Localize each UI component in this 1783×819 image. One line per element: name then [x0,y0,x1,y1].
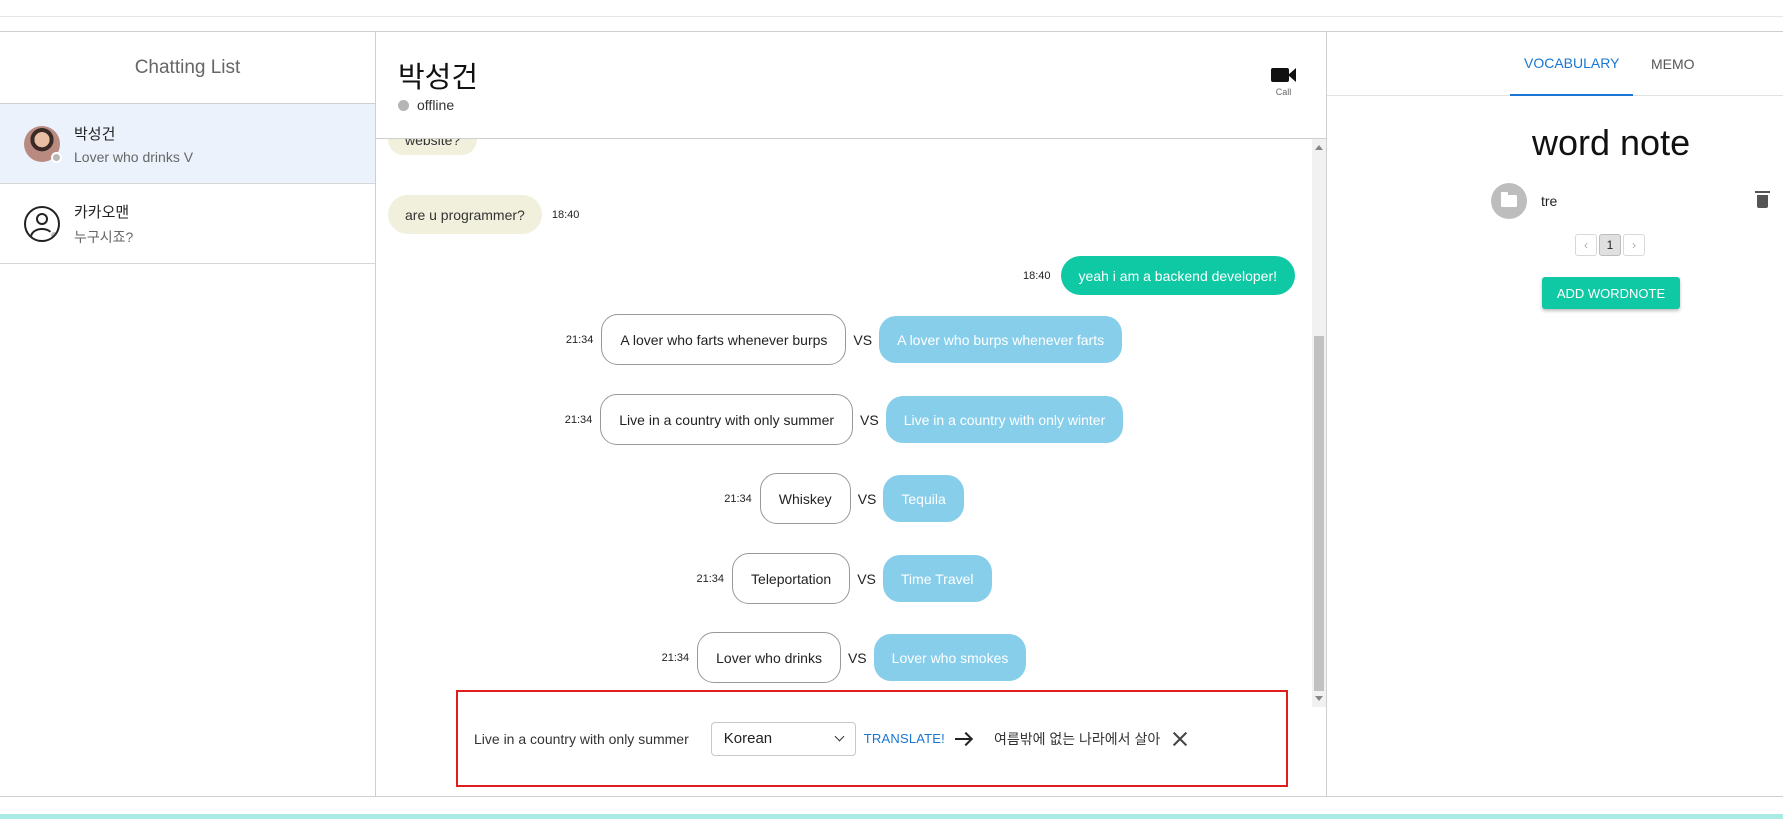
vs-poll-row: 21:34 Teleportation VS Time Travel [376,553,1312,604]
chat-list-panel: Chatting List 박성건 Lover who drinks V 카카오… [0,32,376,796]
received-message: website? [388,139,478,155]
vs-poll-row: 21:34 Live in a country with only summer… [376,394,1312,445]
poll-option-b[interactable]: A lover who burps whenever farts [879,316,1123,363]
translate-button[interactable]: TRANSLATE! [864,731,945,746]
tab-bar: VOCABULARY MEMO [1327,32,1783,96]
message-time: 21:34 [564,413,593,426]
poll-option-a[interactable]: Live in a country with only summer [600,394,854,445]
chat-list-item[interactable]: 박성건 Lover who drinks V [0,104,375,184]
tab-vocabulary[interactable]: VOCABULARY [1510,32,1634,96]
chat-list-title: Chatting List [0,32,375,104]
avatar [24,125,62,163]
pagination: ‹ 1 › [1575,234,1647,256]
page-number[interactable]: 1 [1599,234,1621,256]
poll-option-a[interactable]: Teleportation [732,553,851,604]
prev-page-button[interactable]: ‹ [1575,234,1597,256]
vs-poll-row: 21:34 Lover who drinks VS Lover who smok… [376,632,1312,683]
message-time: 21:34 [724,492,752,505]
vs-label: VS [853,331,873,348]
chat-name: 카카오맨 [74,203,130,221]
poll-option-b[interactable]: Tequila [883,475,964,522]
close-icon[interactable] [1172,731,1188,747]
user-avatar-icon [24,205,60,242]
language-select[interactable]: Korean [710,721,856,756]
vs-poll-row: 21:34 A lover who farts whenever burps V… [376,314,1312,365]
wordnote-title: word note [1532,122,1691,163]
poll-option-a[interactable]: Whiskey [759,473,851,524]
wordnote-item[interactable]: tre [1491,183,1778,219]
vocabulary-panel: VOCABULARY MEMO word note tre ‹ 1 › ADD … [1327,32,1783,796]
add-wordnote-button[interactable]: ADD WORDNOTE [1542,277,1680,309]
chat-room-panel: 박성건 offline Call website? are u programm… [376,32,1327,796]
offline-status-dot [49,229,58,240]
top-divider [0,16,1783,17]
chat-header: 박성건 offline Call [376,32,1326,139]
message-time: 21:34 [565,333,594,346]
vs-poll-row: 21:34 Whiskey VS Tequila [376,473,1312,524]
scrollbar-thumb[interactable] [1314,336,1324,691]
message-row: website? [388,139,478,155]
vs-label: VS [860,411,879,428]
poll-option-b[interactable]: Lover who smokes [873,634,1027,681]
status-dot [398,99,409,111]
tab-memo[interactable]: MEMO [1651,32,1695,96]
chat-preview: Lover who drinks V [74,148,194,165]
message-scrollbar[interactable] [1312,139,1326,707]
peer-name: 박성건 [398,62,479,94]
message-time: 21:34 [661,651,690,664]
received-message: are u programmer? [388,195,542,234]
message-list[interactable]: website? are u programmer? 18:40 18:40 y… [376,139,1326,707]
translate-bar: Live in a country with only summer Korea… [456,690,1288,787]
chevron-down-icon [834,731,845,742]
bottom-accent-bar [0,814,1783,819]
language-select-value: Korean [723,730,773,747]
vs-label: VS [857,490,877,507]
app-container: Chatting List 박성건 Lover who drinks V 카카오… [0,31,1783,797]
translation-result: 여름밖에 없는 나라에서 살아 [993,730,1161,747]
arrow-right-icon [954,737,970,740]
message-time: 21:34 [696,572,725,585]
chat-list-item[interactable]: 카카오맨 누구시죠? [0,184,375,264]
video-call-button[interactable]: Call [1271,68,1296,97]
message-time: 18:40 [551,208,580,221]
translate-source-text: Live in a country with only summer [474,730,689,747]
message-row: 18:40 yeah i am a backend developer! [1023,256,1295,295]
chat-preview: 누구시죠? [74,228,134,245]
message-time: 18:40 [1023,269,1051,282]
trash-icon[interactable] [1755,190,1770,208]
peer-status-label: offline [417,97,455,113]
vs-label: VS [847,649,867,666]
scroll-down-icon[interactable] [1315,696,1323,701]
folder-icon [1491,183,1527,219]
vs-label: VS [857,570,876,587]
sent-message: yeah i am a backend developer! [1060,256,1295,295]
offline-status-dot [51,151,62,163]
chat-name: 박성건 [74,125,116,143]
wordnote-name: tre [1541,193,1558,209]
next-page-button[interactable]: › [1623,234,1645,256]
call-label: Call [1275,87,1292,97]
poll-option-a[interactable]: A lover who farts whenever burps [601,314,847,365]
scroll-up-icon[interactable] [1315,145,1323,150]
poll-option-a[interactable]: Lover who drinks [697,632,841,683]
poll-option-b[interactable]: Live in a country with only winter [885,396,1124,443]
video-camera-icon [1271,68,1296,82]
poll-option-b[interactable]: Time Travel [882,555,992,602]
message-row: are u programmer? 18:40 [388,195,579,234]
peer-status: offline [398,97,454,113]
